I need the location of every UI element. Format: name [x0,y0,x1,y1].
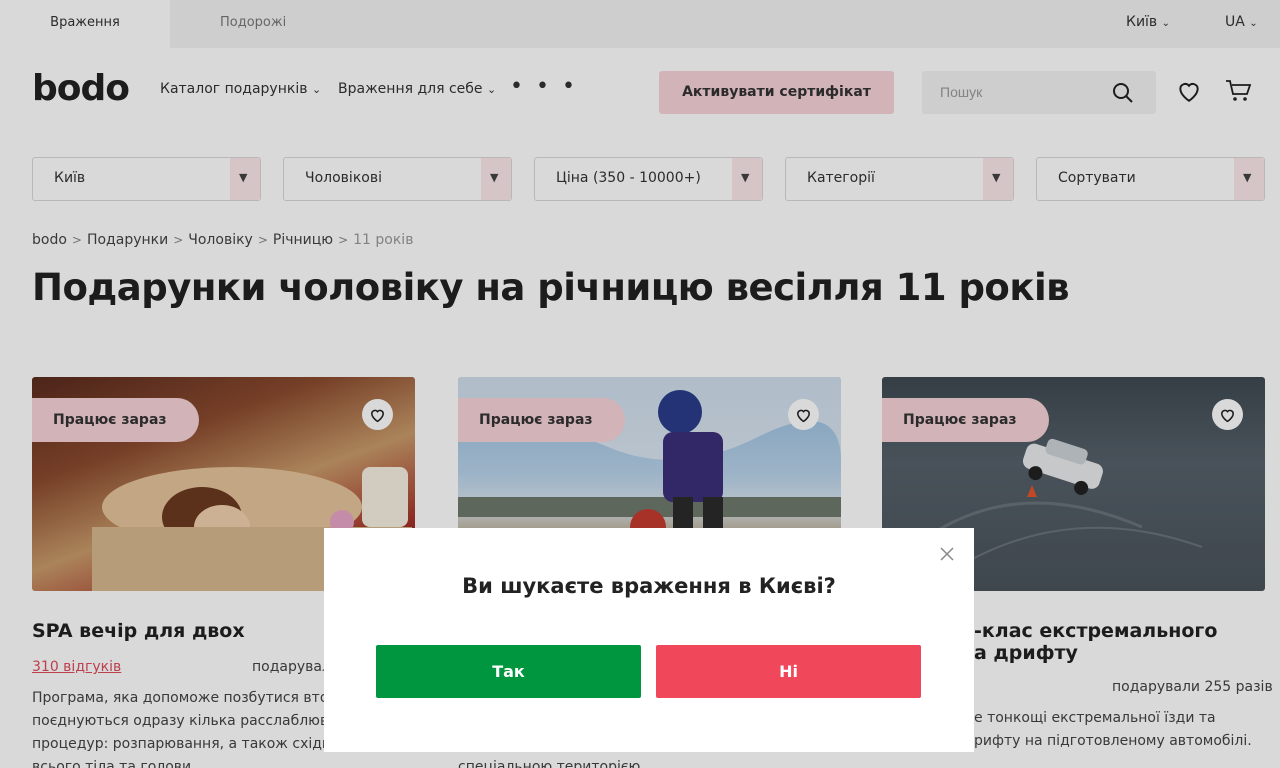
yes-button[interactable]: Так [376,645,641,698]
city-confirm-modal: Ви шукаєте враження в Києві? Так Ні [324,528,974,752]
no-button[interactable]: Ні [656,645,921,698]
modal-question: Ви шукаєте враження в Києві? [462,574,836,598]
close-icon[interactable] [940,546,954,565]
